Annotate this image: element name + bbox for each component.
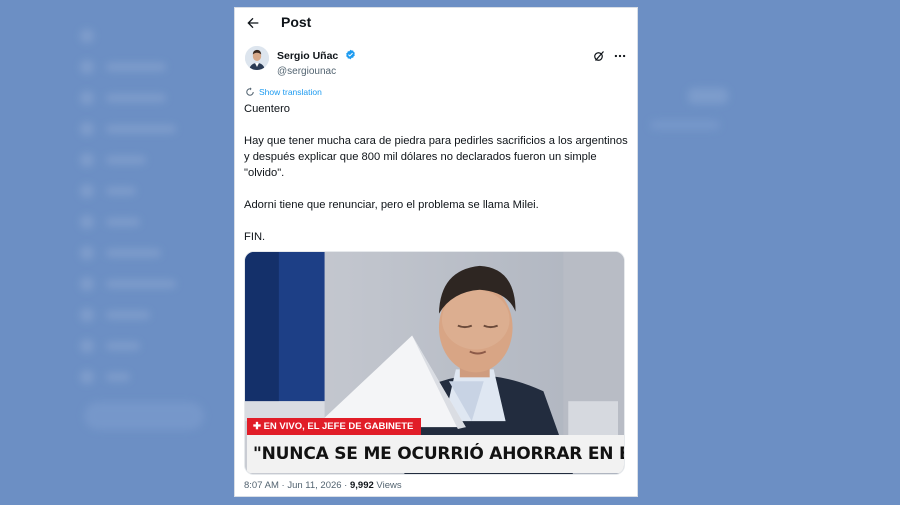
author-handle[interactable]: @sergiounac (277, 66, 356, 77)
verified-badge-icon (345, 49, 355, 60)
back-arrow-icon[interactable] (245, 15, 261, 31)
post-date[interactable]: Jun 11, 2026 (287, 480, 341, 491)
views-label: Views (376, 480, 402, 491)
avatar[interactable] (245, 46, 269, 70)
post-body: Cuentero Hay que tener mucha cara de pie… (244, 101, 634, 245)
meta-separator: · (341, 480, 350, 491)
author-name[interactable]: Sergio Uñac (277, 50, 338, 62)
video-chyron-live: ✚ EN VIVO, EL JEFE DE GABINETE (247, 418, 422, 435)
show-translation-link[interactable]: Show translation (245, 87, 322, 97)
post-time[interactable]: 8:07 AM (244, 480, 279, 491)
page-title: Post (281, 14, 312, 30)
post-video-thumbnail[interactable]: ✚ EN VIVO, EL JEFE DE GABINETE "NUNCA SE… (244, 251, 625, 475)
background-sidebar (80, 20, 220, 392)
translate-icon (246, 87, 254, 96)
post-paragraph: FIN. (244, 231, 266, 243)
author-block[interactable]: Sergio Uñac @sergiounac (245, 46, 355, 77)
post-card: Post Sergio Uñac @sergiounac Show transl… (235, 8, 637, 496)
more-icon[interactable] (613, 49, 627, 63)
post-paragraph: Hay que tener mucha cara de piedra para … (244, 135, 628, 179)
avatar-portrait-icon (245, 46, 269, 70)
post-paragraph: Cuentero (244, 103, 291, 115)
grok-icon[interactable] (593, 50, 605, 62)
video-chyron-headline: "NUNCA SE ME OCURRIÓ AHORRAR EN BLANCO" (247, 435, 624, 473)
post-paragraph: Adorni tiene que renunciar, pero el prob… (244, 199, 539, 211)
post-header: Post (235, 8, 637, 38)
views-count: 9,992 (350, 480, 374, 491)
show-translation-label[interactable]: Show translation (259, 87, 322, 97)
post-meta: 8:07 AM · Jun 11, 2026 · 9,992 Views (244, 480, 402, 491)
